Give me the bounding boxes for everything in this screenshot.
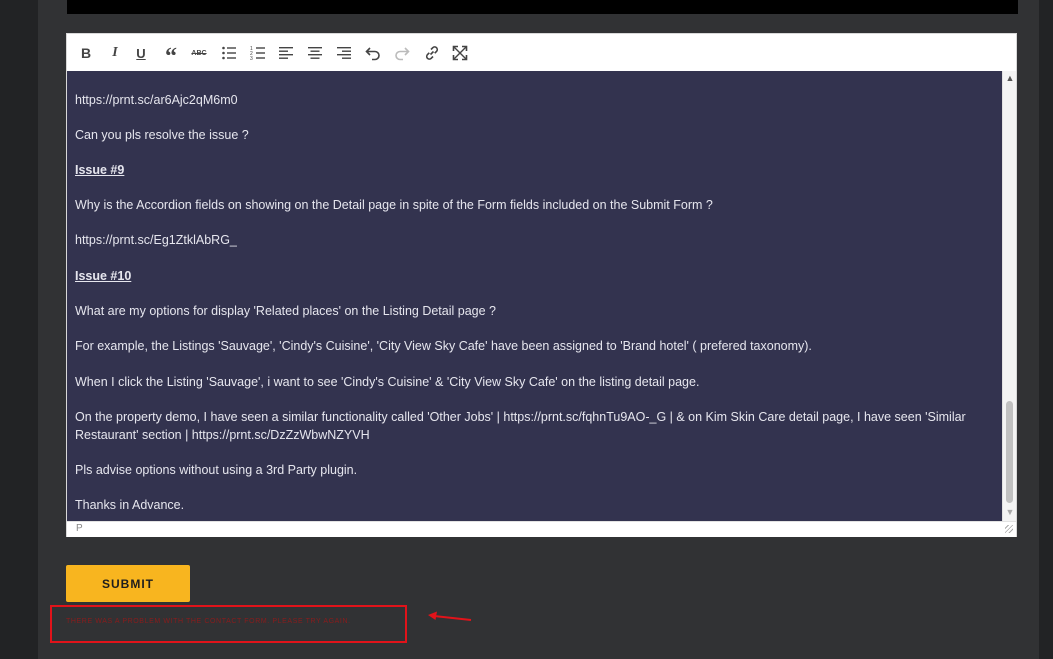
- undo-button[interactable]: [362, 42, 384, 64]
- strikethrough-button[interactable]: ABC: [188, 42, 210, 64]
- right-page-margin: [1039, 0, 1053, 659]
- editor-toolbar: B I U “ ABC 123: [67, 34, 1016, 72]
- editor-paragraph: What are my options for display 'Related…: [75, 304, 496, 318]
- editor-paragraph: For example, the Listings 'Sauvage', 'Ci…: [75, 339, 812, 353]
- align-center-button[interactable]: [304, 42, 326, 64]
- numbered-list-button[interactable]: 123: [247, 42, 269, 64]
- quote-icon: “: [165, 44, 177, 70]
- italic-button[interactable]: I: [104, 42, 126, 64]
- fullscreen-button[interactable]: [449, 42, 471, 64]
- align-left-icon: [279, 47, 293, 59]
- redo-icon: [395, 47, 410, 61]
- blockquote-button[interactable]: “: [160, 42, 182, 69]
- error-message: THERE WAS A PROBLEM WITH THE CONTACT FOR…: [66, 618, 351, 625]
- issue-heading: Issue #9: [75, 163, 125, 177]
- editor-paragraph: Can you pls resolve the issue ?: [75, 128, 249, 142]
- link-icon: [425, 46, 439, 60]
- align-left-button[interactable]: [275, 42, 297, 64]
- rich-text-editor: B I U “ ABC 123 https://prnt.sc/ar6Ajc2q…: [66, 33, 1017, 537]
- editor-paragraph: Thanks in Advance.: [75, 498, 185, 512]
- underline-button[interactable]: U: [130, 42, 152, 64]
- editor-paragraph: https://prnt.sc/ar6Ajc2qM6m0: [75, 93, 238, 107]
- editor-paragraph: When I click the Listing 'Sauvage', i wa…: [75, 375, 700, 389]
- numbered-list-icon: 123: [250, 46, 265, 61]
- scroll-up-icon[interactable]: ▲: [1005, 73, 1015, 83]
- link-button[interactable]: [421, 42, 443, 64]
- issue-heading: Issue #10: [75, 269, 132, 283]
- left-page-margin: [0, 0, 38, 659]
- redo-button[interactable]: [391, 42, 413, 64]
- editor-paragraph: On the property demo, I have seen a simi…: [75, 410, 966, 442]
- element-path[interactable]: P: [76, 523, 83, 534]
- align-right-icon: [337, 47, 351, 59]
- submit-button[interactable]: SUBMIT: [66, 565, 190, 602]
- bullet-list-button[interactable]: [218, 42, 240, 64]
- bold-icon: B: [80, 45, 92, 61]
- align-center-icon: [308, 47, 322, 59]
- strikethrough-icon: ABC: [191, 49, 207, 57]
- error-highlight-box: THERE WAS A PROBLEM WITH THE CONTACT FOR…: [50, 605, 407, 643]
- undo-icon: [365, 47, 380, 61]
- italic-icon: I: [112, 45, 118, 60]
- scroll-down-icon[interactable]: ▼: [1005, 507, 1015, 517]
- bold-button[interactable]: B: [75, 42, 97, 64]
- editor-content-area[interactable]: https://prnt.sc/ar6Ajc2qM6m0 Can you pls…: [67, 71, 1002, 521]
- annotation-arrow-icon: [428, 611, 472, 621]
- top-input-bar: [67, 0, 1018, 14]
- editor-paragraph: Why is the Accordion fields on showing o…: [75, 198, 713, 212]
- fullscreen-icon: [452, 45, 468, 61]
- resize-handle-icon[interactable]: [1005, 525, 1013, 533]
- underline-icon: U: [136, 45, 146, 61]
- scrollbar-thumb[interactable]: [1006, 401, 1013, 503]
- editor-statusbar: P: [67, 521, 1016, 537]
- editor-paragraph: Pls advise options without using a 3rd P…: [75, 463, 358, 477]
- editor-paragraph: https://prnt.sc/Eg1ZtklAbRG_: [75, 233, 237, 247]
- bullet-list-icon: [222, 46, 236, 60]
- editor-scrollbar[interactable]: ▲ ▼: [1002, 71, 1016, 521]
- svg-text:3: 3: [250, 56, 253, 61]
- align-right-button[interactable]: [333, 42, 355, 64]
